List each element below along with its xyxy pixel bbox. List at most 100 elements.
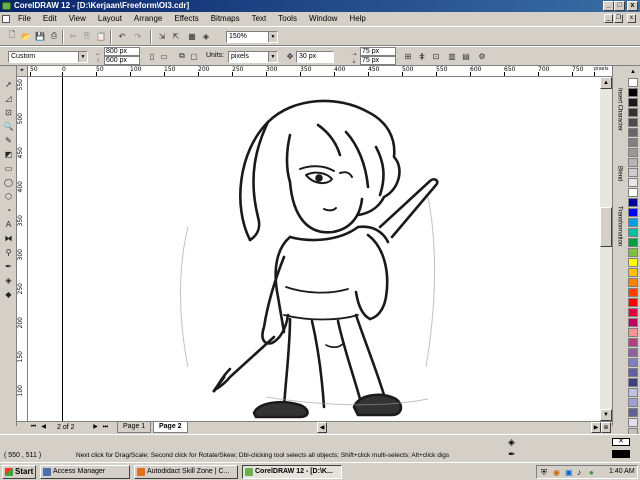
docker-tab-transformation[interactable]: Transformation <box>614 206 625 270</box>
application-launcher-icon[interactable]: ▦ <box>186 30 198 42</box>
color-swatch[interactable] <box>628 338 638 347</box>
menu-help[interactable]: Help <box>343 12 371 26</box>
polygon-tool-icon[interactable]: ⬡ <box>2 190 15 202</box>
color-swatch[interactable] <box>628 298 638 307</box>
character-sketch[interactable] <box>28 77 612 421</box>
fill-indicator-icon[interactable]: ◈ <box>508 437 515 448</box>
palette-scroll-up-icon[interactable]: ▲ <box>628 68 638 76</box>
menu-text[interactable]: Text <box>246 12 273 26</box>
paste-icon[interactable]: 📋 <box>95 30 107 42</box>
snap-grid-icon[interactable]: ⊞ <box>402 50 414 62</box>
minimize-button[interactable]: _ <box>603 1 614 11</box>
print-icon[interactable]: ⎙ <box>48 30 60 42</box>
import-icon[interactable]: ⇲ <box>156 30 168 42</box>
chevron-down-icon[interactable]: ▼ <box>268 32 277 42</box>
basic-shapes-tool-icon[interactable]: ◔ <box>2 204 15 216</box>
current-page-icon[interactable]: ▢ <box>188 50 200 62</box>
all-pages-icon[interactable]: ⧉ <box>176 50 188 62</box>
drawing-canvas[interactable] <box>28 77 612 421</box>
eyedropper-tool-icon[interactable]: ⚲ <box>2 246 15 258</box>
menu-tools[interactable]: Tools <box>272 12 303 26</box>
scroll-right-button[interactable]: ▶ <box>591 422 601 433</box>
open-icon[interactable]: 📂 <box>20 30 32 42</box>
undo-icon[interactable]: ↶ <box>116 30 128 42</box>
dynamic-guides-icon[interactable]: ▥ <box>446 50 458 62</box>
tray-volume-icon[interactable]: ♪ <box>577 468 581 477</box>
smart-fill-tool-icon[interactable]: ◩ <box>2 148 15 160</box>
color-swatch[interactable] <box>628 228 638 237</box>
fill-tool-icon[interactable]: ◈ <box>2 274 15 286</box>
tray-shield-icon[interactable]: ⛨ <box>541 468 547 478</box>
color-swatch[interactable] <box>628 418 638 427</box>
page-preset-dropdown[interactable]: Custom ▼ <box>8 51 88 63</box>
page-height-field[interactable]: 600 px <box>104 56 140 65</box>
zoom-level-dropdown[interactable]: 150% ▼ <box>226 31 278 43</box>
color-swatch[interactable] <box>628 248 638 257</box>
color-swatch[interactable] <box>628 348 638 357</box>
vertical-scrollbar[interactable]: ▲ ▼ <box>600 77 612 421</box>
doc-close-button[interactable]: x <box>627 14 636 23</box>
navigator-button[interactable]: ⊕ <box>601 422 611 433</box>
maximize-button[interactable]: □ <box>614 1 625 11</box>
color-swatch[interactable] <box>628 198 638 207</box>
menu-edit[interactable]: Edit <box>37 12 63 26</box>
color-swatch[interactable] <box>628 278 638 287</box>
landscape-icon[interactable]: ▭ <box>158 50 170 62</box>
tray-app-icon[interactable]: ◉ <box>553 468 560 477</box>
color-swatch[interactable] <box>628 358 638 367</box>
snap-objects-icon[interactable]: ⊡ <box>430 50 442 62</box>
last-page-icon[interactable]: ⏭ <box>101 423 110 432</box>
color-swatch[interactable] <box>628 108 638 117</box>
cut-icon[interactable]: ✂ <box>67 30 79 42</box>
close-button[interactable]: x <box>627 1 638 11</box>
ellipse-tool-icon[interactable]: ◯ <box>2 176 15 188</box>
interactive-blend-tool-icon[interactable]: ⧓ <box>2 232 15 244</box>
color-swatch[interactable] <box>628 178 638 187</box>
duplicate-y-field[interactable]: 75 px <box>360 56 396 65</box>
chevron-down-icon[interactable]: ▼ <box>78 52 87 62</box>
color-swatch[interactable] <box>628 308 638 317</box>
corel-online-icon[interactable]: ◈ <box>200 30 212 42</box>
taskbar-item-access-manager[interactable]: Access Manager <box>40 465 130 479</box>
units-dropdown[interactable]: pixels ▼ <box>228 51 278 63</box>
scrollbar-thumb[interactable] <box>600 207 612 247</box>
page-tab-1[interactable]: Page 1 <box>117 422 152 433</box>
no-fill-swatch[interactable]: ✕ <box>612 438 630 446</box>
color-swatch[interactable] <box>628 118 638 127</box>
color-swatch[interactable] <box>628 398 638 407</box>
snap-guidelines-icon[interactable]: ⋕ <box>416 50 428 62</box>
color-swatch[interactable] <box>628 328 638 337</box>
copy-icon[interactable]: ⎘ <box>81 30 93 42</box>
taskbar-item-coreldraw[interactable]: CorelDRAW 12 - [D:\K... <box>242 465 342 479</box>
menu-effects[interactable]: Effects <box>168 12 204 26</box>
menu-layout[interactable]: Layout <box>92 12 128 26</box>
menu-view[interactable]: View <box>63 12 92 26</box>
tray-status-icon[interactable]: ● <box>589 468 594 477</box>
outline-indicator-icon[interactable]: ✒ <box>508 449 516 460</box>
interactive-fill-tool-icon[interactable]: ◆ <box>2 288 15 300</box>
save-icon[interactable]: 💾 <box>34 30 46 42</box>
shape-tool-icon[interactable]: ◿ <box>2 92 15 104</box>
outline-tool-icon[interactable]: ✒ <box>2 260 15 272</box>
page-width-field[interactable]: 800 px <box>104 47 140 56</box>
tray-network-icon[interactable]: ▣ <box>565 468 573 477</box>
horizontal-ruler[interactable]: 50 0 50 100 150 200 250 300 350 400 450 … <box>28 66 612 77</box>
freehand-tool-icon[interactable]: ✎ <box>2 134 15 146</box>
color-swatch[interactable] <box>628 268 638 277</box>
new-document-icon[interactable]: 🗋 <box>6 30 18 42</box>
color-swatch[interactable] <box>628 318 638 327</box>
menu-bitmaps[interactable]: Bitmaps <box>205 12 246 26</box>
vertical-ruler[interactable]: 550 500 450 400 350 300 250 200 150 100 <box>17 77 28 421</box>
zoom-tool-icon[interactable]: 🔍 <box>2 120 15 132</box>
color-swatch[interactable] <box>628 78 638 87</box>
duplicate-x-field[interactable]: 75 px <box>360 47 396 56</box>
menu-file[interactable]: File <box>12 12 37 26</box>
color-swatch[interactable] <box>628 378 638 387</box>
text-tool-icon[interactable]: A <box>2 218 15 230</box>
color-swatch[interactable] <box>628 128 638 137</box>
redo-icon[interactable]: ↷ <box>132 30 144 42</box>
color-swatch[interactable] <box>628 88 638 97</box>
color-swatch[interactable] <box>628 408 638 417</box>
rectangle-tool-icon[interactable]: ▭ <box>2 162 15 174</box>
color-swatch[interactable] <box>628 168 638 177</box>
